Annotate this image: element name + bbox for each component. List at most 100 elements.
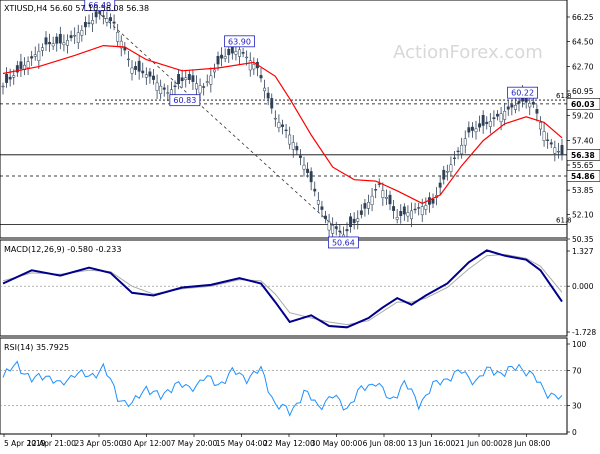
candle-body bbox=[374, 189, 378, 191]
candle-body bbox=[87, 22, 91, 24]
candle-body bbox=[431, 198, 435, 204]
candle-body bbox=[384, 197, 388, 199]
candle-body bbox=[1, 85, 5, 88]
x-tick-label: 6 Jun 08:00 bbox=[363, 439, 406, 448]
rsi-y-tick-label: 30 bbox=[572, 402, 582, 411]
candle-body bbox=[370, 195, 374, 205]
candle-body bbox=[453, 157, 456, 159]
candle-body bbox=[338, 230, 342, 232]
candle-body bbox=[241, 52, 245, 54]
candle-body bbox=[413, 208, 417, 211]
candle-body bbox=[442, 169, 446, 180]
x-tick-label: 15 May 04:00 bbox=[216, 439, 268, 448]
candle-body bbox=[76, 32, 80, 43]
candle-body bbox=[202, 86, 206, 88]
rsi-y-tick-label: 100 bbox=[572, 340, 587, 349]
macd-header: MACD(12,26,9) -0.580 -0.233 bbox=[4, 245, 121, 254]
candle-body bbox=[26, 61, 30, 69]
candle-body bbox=[152, 75, 155, 80]
candle-body bbox=[528, 102, 532, 108]
candle-body bbox=[388, 194, 392, 205]
candle-body bbox=[259, 75, 263, 79]
candle-body bbox=[467, 127, 471, 133]
candle-body bbox=[40, 47, 44, 51]
candle-body bbox=[478, 123, 482, 128]
candle-body bbox=[184, 77, 188, 81]
candle-body bbox=[535, 109, 539, 114]
candle-body bbox=[334, 226, 338, 229]
candle-body bbox=[288, 134, 292, 145]
axis-price-label: 60.03 bbox=[571, 100, 595, 109]
price-callout-label: 50.64 bbox=[332, 238, 355, 247]
candle-body bbox=[216, 55, 220, 65]
candle-body bbox=[496, 113, 499, 117]
x-tick-label: 12 Apr 21:00 bbox=[27, 439, 76, 448]
price-y-tick-label: 55.65 bbox=[572, 161, 594, 170]
candle-body bbox=[37, 50, 41, 61]
candle-body bbox=[205, 81, 209, 83]
candle-body bbox=[406, 212, 410, 217]
candle-body bbox=[474, 128, 478, 133]
price-callout-label: 60.83 bbox=[173, 96, 196, 105]
candle-body bbox=[12, 75, 16, 78]
candle-body bbox=[524, 98, 528, 103]
candle-body bbox=[173, 85, 177, 87]
candle-body bbox=[220, 54, 224, 59]
candle-body bbox=[539, 122, 542, 130]
fib-level-label: 61.8 bbox=[556, 216, 572, 224]
candle-body bbox=[195, 83, 198, 90]
price-callout-label: 60.22 bbox=[511, 89, 534, 98]
macd-y-tick-label: 0.000 bbox=[572, 282, 594, 291]
price-y-tick-label: 52.10 bbox=[572, 211, 594, 220]
candle-body bbox=[420, 206, 424, 216]
x-tick-label: 21 Jun 00:00 bbox=[455, 439, 503, 448]
candle-body bbox=[284, 129, 288, 132]
candle-body bbox=[263, 87, 267, 92]
candle-body bbox=[137, 60, 141, 72]
candle-body bbox=[488, 121, 492, 127]
candle-body bbox=[130, 67, 134, 74]
candle-body bbox=[245, 56, 249, 59]
candle-body bbox=[109, 17, 112, 22]
x-tick-label: 30 Apr 12:00 bbox=[122, 439, 171, 448]
candle-body bbox=[198, 85, 202, 94]
candle-body bbox=[492, 117, 496, 120]
candle-body bbox=[33, 54, 37, 57]
candle-body bbox=[148, 71, 152, 77]
candle-body bbox=[80, 30, 84, 36]
x-tick-label: 28 Jun 08:00 bbox=[503, 439, 551, 448]
candle-body bbox=[277, 122, 281, 128]
watermark: ActionForex.com bbox=[393, 42, 543, 63]
candle-body bbox=[291, 142, 295, 150]
candle-body bbox=[456, 150, 460, 153]
candle-body bbox=[266, 92, 270, 99]
price-callout-label: 63.90 bbox=[228, 37, 251, 46]
candle-body bbox=[546, 139, 550, 141]
price-y-tick-label: 60.95 bbox=[572, 87, 594, 96]
candle-body bbox=[116, 31, 120, 42]
chart-svg: ActionForex.com 66.4963.9060.8360.2250.6… bbox=[0, 0, 600, 448]
candle-body bbox=[55, 36, 59, 44]
candle-body bbox=[212, 69, 216, 73]
candle-body bbox=[8, 76, 12, 80]
candle-body bbox=[19, 61, 23, 69]
candle-body bbox=[463, 138, 467, 146]
candle-body bbox=[309, 171, 313, 183]
candle-body bbox=[470, 126, 474, 131]
price-y-tick-label: 57.40 bbox=[572, 137, 594, 146]
candle-body bbox=[101, 15, 105, 17]
candle-body bbox=[73, 35, 77, 37]
candle-body bbox=[252, 64, 256, 70]
candle-body bbox=[460, 144, 464, 155]
candle-body bbox=[553, 147, 557, 154]
candle-body bbox=[356, 218, 360, 222]
x-axis: 5 Apr 201912 Apr 21:0023 Apr 05:0030 Apr… bbox=[3, 434, 551, 448]
candle-body bbox=[503, 110, 507, 120]
candle-body bbox=[392, 206, 396, 211]
candle-body bbox=[298, 155, 302, 158]
candle-body bbox=[5, 74, 9, 83]
candle-body bbox=[324, 215, 327, 220]
candle-body bbox=[238, 49, 241, 57]
candle-body bbox=[513, 104, 517, 110]
candle-body bbox=[313, 188, 317, 192]
